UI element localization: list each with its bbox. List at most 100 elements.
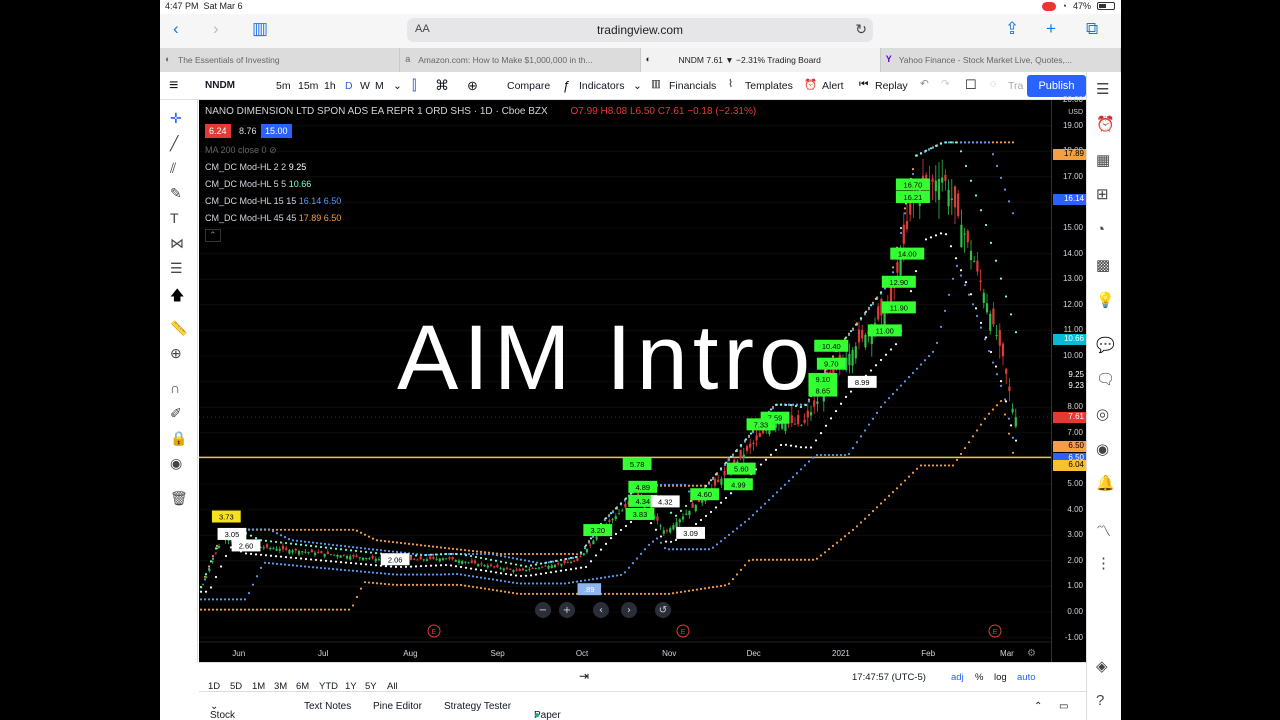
panel-pine-editor[interactable]: Pine Editor	[373, 701, 422, 712]
lightbulb-icon[interactable]: 💡	[1096, 291, 1115, 309]
trade-icon[interactable]: ◌	[990, 78, 996, 90]
trendline-icon[interactable]: ╱	[170, 135, 178, 152]
redo-icon[interactable]: ↷	[941, 78, 950, 90]
notifications-icon[interactable]: 🔔	[1096, 474, 1115, 492]
broadcast-icon[interactable]: ◉	[1096, 440, 1109, 458]
browser-tab[interactable]: ◐ The Essentials of Investing	[160, 48, 401, 72]
percent-toggle[interactable]: %	[975, 672, 983, 683]
browser-tab[interactable]: Y Yahoo Finance - Stock Market Live, Quot…	[881, 48, 1121, 72]
ma-legend[interactable]: MA 200 close 0 ⊘	[205, 145, 277, 156]
indicators-icon[interactable]: ƒ	[563, 78, 570, 93]
compare-button[interactable]: Compare	[507, 80, 550, 92]
clock-readout[interactable]: 17:47:57 (UTC-5)	[852, 672, 926, 683]
symbol-search[interactable]: NNDM	[205, 80, 235, 91]
scroll-left-button[interactable]: ‹	[599, 605, 603, 616]
auto-toggle[interactable]: auto	[1017, 672, 1036, 683]
collapse-legend-icon[interactable]: ⌃	[205, 229, 221, 242]
streams-icon[interactable]: ◎	[1096, 405, 1109, 423]
sell-price-box[interactable]: 6.24	[205, 124, 231, 138]
hotlist-icon[interactable]: ⊞	[1096, 185, 1109, 203]
interval-d[interactable]: D	[345, 80, 353, 92]
panel-strategy-tester[interactable]: Strategy Tester	[444, 701, 511, 712]
interval-15m[interactable]: 15m	[298, 80, 318, 92]
layers-icon[interactable]: ◈	[1096, 657, 1108, 675]
new-tab-icon[interactable]: +	[1046, 19, 1056, 39]
lock-draw-icon[interactable]: ✐	[170, 405, 182, 422]
financials-icon[interactable]: ▥	[651, 78, 661, 90]
chat-icon[interactable]: 💬	[1096, 336, 1115, 354]
indicator-legend-row[interactable]: CM_DC Mod-HL 15 15 16.14 6.50	[205, 196, 341, 206]
indicator-legend-row[interactable]: CM_DC Mod-HL 2 2 9.25	[205, 162, 306, 172]
templates-icon[interactable]: ⌇	[728, 78, 733, 90]
interval-5m[interactable]: 5m	[276, 80, 291, 92]
layout-icon[interactable]: ☐	[965, 77, 977, 93]
log-toggle[interactable]: log	[994, 672, 1007, 683]
forecast-icon[interactable]: ☰	[170, 260, 183, 277]
browser-tab[interactable]: ◐ NNDM 7.61 ▼ −2.31% Trading Board	[640, 48, 881, 72]
magnet-icon[interactable]: ∩	[170, 380, 180, 396]
interval-dropdown-icon[interactable]: ⌄	[393, 80, 402, 92]
replay-button[interactable]: Replay	[875, 80, 908, 92]
pattern-icon[interactable]: ⋈	[170, 235, 184, 252]
browser-tab[interactable]: a Amazon.com: How to Make $1,000,000 in t…	[400, 48, 641, 72]
trash-icon[interactable]: 🗑	[170, 490, 188, 507]
forward-icon[interactable]: ›	[213, 19, 219, 39]
zoom-out-button[interactable]: −	[539, 605, 547, 616]
bookmarks-icon[interactable]: ▥	[252, 19, 268, 39]
pitchfork-icon[interactable]: ⫽	[170, 160, 176, 177]
watchlist-icon[interactable]: ☰	[1096, 80, 1109, 98]
menu-icon[interactable]: ≡	[169, 77, 178, 95]
financials-button[interactable]: Financials	[669, 80, 716, 92]
undo-icon[interactable]: ↶	[920, 78, 929, 90]
share-icon[interactable]: ⇪	[1005, 19, 1019, 39]
arrow-up-icon[interactable]: 🡅	[170, 285, 184, 309]
zoom-in-button[interactable]: +	[563, 605, 571, 616]
templates-button[interactable]: Templates	[745, 80, 793, 92]
bar-style-icon[interactable]: ⫿	[412, 77, 416, 94]
zoom-in-icon[interactable]: ⊕	[170, 345, 182, 362]
reload-icon[interactable]: ↻	[855, 21, 867, 38]
text-tool-icon[interactable]: T	[170, 210, 179, 226]
scroll-right-button[interactable]: ›	[627, 605, 631, 616]
price-axis[interactable]: USD 20.0019.0018.0017.0016.0015.0014.001…	[1051, 95, 1087, 662]
reset-chart-button[interactable]: ↺	[659, 605, 667, 616]
ideas-grid-icon[interactable]: ▩	[1096, 256, 1110, 274]
indicators-button[interactable]: Indicators	[579, 80, 625, 92]
crosshair-icon[interactable]: ✛	[170, 110, 182, 127]
data-window-icon[interactable]: ▦	[1096, 151, 1110, 169]
maximize-panel-icon[interactable]: ▭	[1059, 701, 1068, 712]
price-chart[interactable]: 3.73 3.05 2.60 2.06 3.20 .89 5.78 4.89 4.34 3.83 4…	[199, 100, 1051, 662]
chart-type-icon[interactable]: ⌘	[435, 77, 449, 94]
collapse-panel-icon[interactable]: ⌃	[1034, 701, 1042, 712]
compare-icon[interactable]: ⊕	[467, 78, 478, 94]
ruler-icon[interactable]: 📏	[170, 320, 187, 337]
messages-icon[interactable]: 🗨	[1096, 370, 1115, 388]
goto-date-icon[interactable]: ⇥	[579, 669, 589, 683]
tabs-overview-icon[interactable]: ⧉	[1086, 19, 1098, 39]
interval-w[interactable]: W	[360, 80, 370, 92]
chart-signal-icon[interactable]: 〽	[1096, 520, 1111, 541]
interval-1h[interactable]: 1h	[324, 80, 336, 92]
lock-icon[interactable]: 🔒	[170, 430, 187, 447]
brush-icon[interactable]: ✎	[170, 185, 182, 202]
alert-button[interactable]: Alert	[822, 80, 844, 92]
calendar-icon[interactable]: ◔	[1096, 221, 1105, 238]
alert-icon[interactable]: ⏰	[804, 78, 817, 91]
eye-icon[interactable]: ◉	[170, 455, 182, 472]
templates-dropdown-icon[interactable]: ⌄	[633, 80, 642, 92]
help-icon[interactable]: ?	[1096, 692, 1104, 709]
alerts-clock-icon[interactable]: ⏰	[1096, 115, 1115, 133]
trade-label[interactable]: Tra	[1008, 80, 1023, 92]
indicator-legend-row[interactable]: CM_DC Mod-HL 5 5 10.66	[205, 179, 311, 189]
indicator-legend-row[interactable]: CM_DC Mod-HL 45 45 17.89 6.50	[205, 213, 341, 223]
adj-toggle[interactable]: adj	[951, 672, 964, 683]
panel-text-notes[interactable]: Text Notes	[304, 701, 351, 712]
publish-button[interactable]: Publish	[1027, 75, 1086, 97]
back-icon[interactable]: ‹	[173, 19, 179, 39]
hidden-eye-icon[interactable]: ⊘	[269, 145, 277, 155]
dom-icon[interactable]: ⋮	[1096, 554, 1111, 572]
panel-stock-screener[interactable]: Stock Screener ⌄	[210, 701, 235, 720]
address-bar[interactable]: AA tradingview.com ↻	[407, 18, 873, 42]
interval-m[interactable]: M	[375, 80, 384, 92]
buy-price-box[interactable]: 15.00	[261, 124, 292, 138]
